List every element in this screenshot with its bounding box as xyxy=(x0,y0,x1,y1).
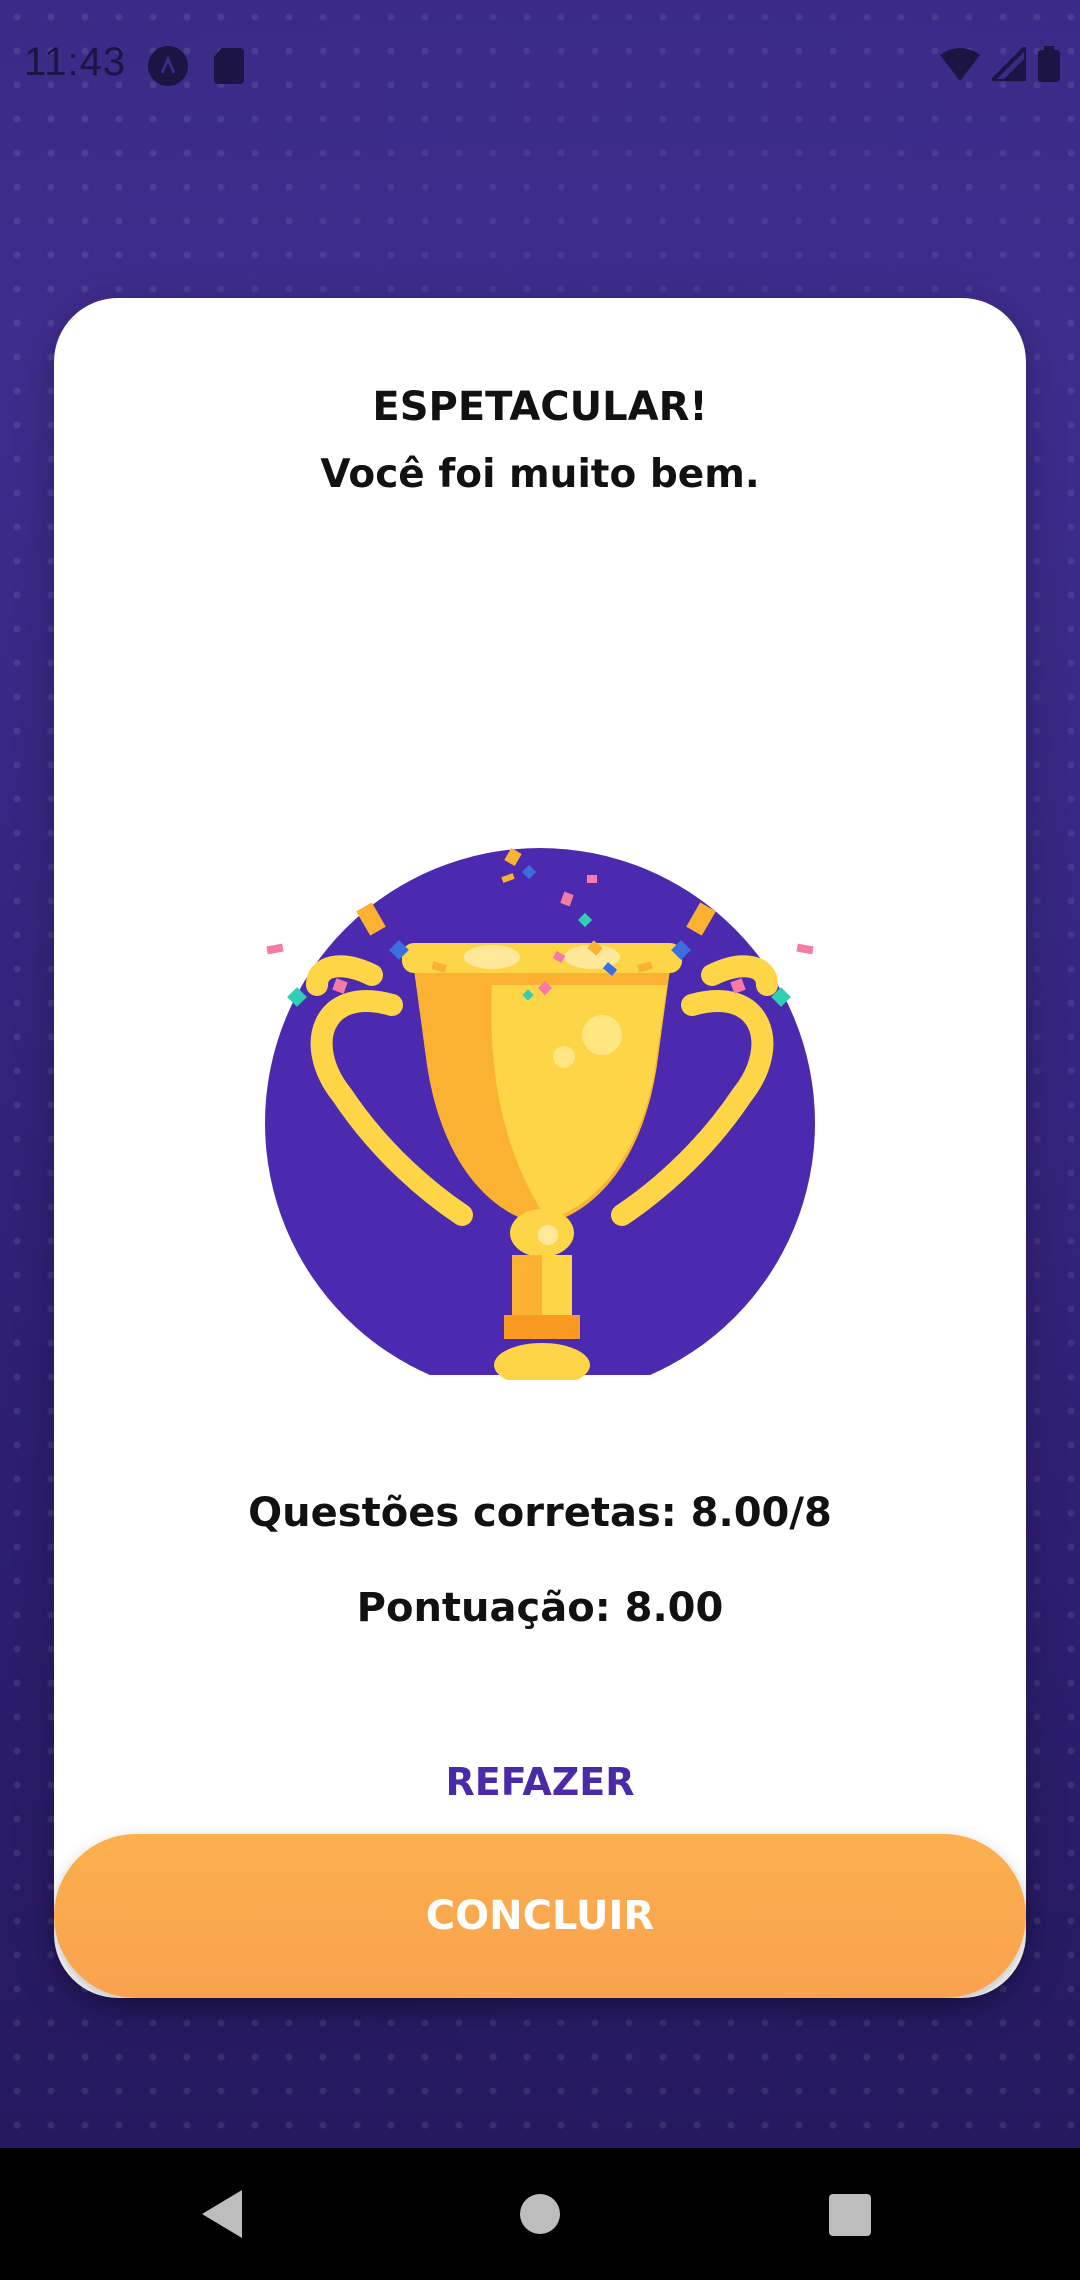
app-notification-icon xyxy=(148,46,188,86)
trophy-icon xyxy=(262,835,822,1387)
result-title: ESPETACULAR! xyxy=(372,384,708,430)
score-text: Pontuação: 8.00 xyxy=(356,1585,724,1631)
status-time: 11:43 xyxy=(24,40,127,84)
battery-icon xyxy=(1038,46,1060,86)
wifi-icon xyxy=(940,47,980,85)
app-screen: 11:43 ESPETACULAR! Você foi muito bem. Q… xyxy=(0,0,1080,2280)
status-bar: 11:43 xyxy=(0,0,1080,132)
sd-card-icon xyxy=(214,48,244,84)
correct-questions-text: Questões corretas: 8.00/8 xyxy=(248,1490,832,1536)
redo-button[interactable]: REFAZER xyxy=(390,1752,690,1812)
recents-icon[interactable] xyxy=(829,2194,871,2236)
system-nav-bar xyxy=(0,2148,1080,2280)
back-icon[interactable] xyxy=(202,2190,242,2238)
signal-icon xyxy=(987,42,1028,85)
finish-button[interactable]: CONCLUIR xyxy=(54,1834,1026,1998)
result-subtitle: Você foi muito bem. xyxy=(320,452,760,497)
home-icon[interactable] xyxy=(520,2194,560,2234)
status-icons xyxy=(940,42,1060,86)
